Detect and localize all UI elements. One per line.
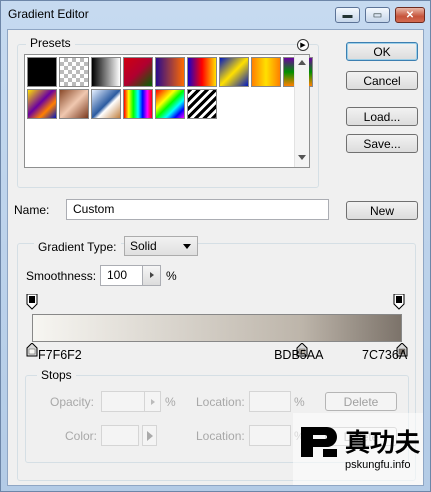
smoothness-slider-button[interactable] xyxy=(142,265,161,286)
presets-menu-button[interactable]: ▶ xyxy=(297,39,309,51)
opacity-location-unit: % xyxy=(294,395,305,409)
gradient-editor-window: Gradient Editor ▬ ▭ ✕ Presets ▶ OK Cance… xyxy=(0,0,431,492)
opacity-unit: % xyxy=(165,395,176,409)
scroll-down-arrow-icon[interactable] xyxy=(298,155,306,160)
watermark-url: pskungfu.info xyxy=(345,459,411,471)
window-title: Gradient Editor xyxy=(8,7,89,21)
scroll-up-arrow-icon[interactable] xyxy=(298,60,306,65)
opacity-stop-left[interactable] xyxy=(26,293,38,310)
color-menu-button[interactable] xyxy=(142,425,157,446)
gradient-type-label: Gradient Type: xyxy=(34,240,121,254)
opacity-delete-button[interactable]: Delete xyxy=(325,392,397,411)
preset-swatch[interactable] xyxy=(59,57,89,87)
close-icon: ✕ xyxy=(405,9,415,21)
color-location-input[interactable] xyxy=(249,425,291,446)
opacity-slider-button[interactable] xyxy=(144,391,161,412)
preset-swatch[interactable] xyxy=(219,57,249,87)
smoothness-unit: % xyxy=(166,269,177,283)
name-input[interactable]: Custom xyxy=(66,199,329,220)
cancel-button[interactable]: Cancel xyxy=(346,71,418,90)
chevron-down-icon xyxy=(183,244,191,249)
maximize-icon: ▭ xyxy=(372,9,383,21)
preset-swatch[interactable] xyxy=(27,89,57,119)
presets-scrollbar[interactable] xyxy=(294,55,309,167)
preset-swatch[interactable] xyxy=(251,57,281,87)
preset-swatch[interactable] xyxy=(123,89,153,119)
smoothness-input[interactable]: 100 xyxy=(100,265,144,286)
maximize-button[interactable]: ▭ xyxy=(365,7,390,23)
save-button[interactable]: Save... xyxy=(346,134,418,153)
minimize-button[interactable]: ▬ xyxy=(335,7,360,23)
preset-swatch[interactable] xyxy=(59,89,89,119)
gradient-type-value: Solid xyxy=(130,239,157,253)
opacity-stop-icon xyxy=(393,293,405,310)
preset-swatch-list[interactable] xyxy=(24,54,313,168)
color-stop-label: 7C736A xyxy=(362,348,408,362)
triangle-right-icon xyxy=(147,431,153,441)
preset-swatch[interactable] xyxy=(91,89,121,119)
opacity-input[interactable] xyxy=(101,391,145,412)
preset-swatch[interactable] xyxy=(27,57,57,87)
color-location-label: Location: xyxy=(196,429,245,443)
preset-swatch[interactable] xyxy=(187,57,217,87)
color-stop-label: BDB5AA xyxy=(274,348,324,362)
load-button[interactable]: Load... xyxy=(346,107,418,126)
opacity-stop-right[interactable] xyxy=(393,293,405,310)
preset-swatch[interactable] xyxy=(155,89,185,119)
name-label: Name: xyxy=(14,203,50,217)
color-swatch-input[interactable] xyxy=(101,425,139,446)
presets-legend: Presets xyxy=(26,36,75,50)
watermark-logo-text: 真功夫 xyxy=(345,428,421,457)
opacity-location-input[interactable] xyxy=(249,391,291,412)
color-stop-label: F7F6F2 xyxy=(38,348,82,362)
triangle-right-icon xyxy=(151,399,155,405)
ok-button[interactable]: OK xyxy=(346,42,418,61)
preset-swatch[interactable] xyxy=(91,57,121,87)
smoothness-label: Smoothness: xyxy=(26,269,97,283)
color-stop[interactable] xyxy=(26,342,38,357)
triangle-right-icon: ▶ xyxy=(300,41,306,49)
preset-swatch[interactable] xyxy=(123,57,153,87)
opacity-label: Opacity: xyxy=(50,395,95,409)
preset-swatch[interactable] xyxy=(187,89,217,119)
new-button[interactable]: New xyxy=(346,201,418,220)
opacity-location-label: Location: xyxy=(196,395,245,409)
close-button[interactable]: ✕ xyxy=(395,7,425,23)
color-stop-icon xyxy=(26,342,38,357)
gradient-type-select[interactable]: Solid xyxy=(124,236,198,256)
title-bar[interactable]: Gradient Editor ▬ ▭ ✕ xyxy=(1,1,430,29)
pskungfu-watermark: 真功夫 pskungfu.info xyxy=(293,413,423,485)
color-label: Color: xyxy=(65,429,98,443)
gradient-preview-bar[interactable] xyxy=(32,314,402,342)
opacity-stop-icon xyxy=(26,293,38,310)
preset-swatch[interactable] xyxy=(155,57,185,87)
triangle-right-icon xyxy=(150,272,154,278)
stops-legend: Stops xyxy=(37,368,76,382)
minimize-icon: ▬ xyxy=(342,9,353,21)
